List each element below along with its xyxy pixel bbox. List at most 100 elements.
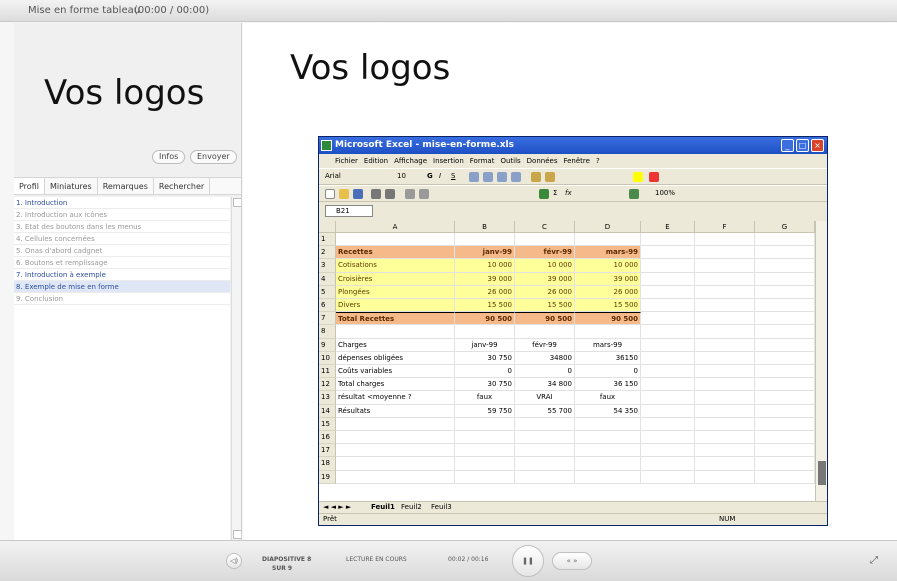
pause-button[interactable]: ❚❚: [512, 545, 544, 577]
sheet-cell: [755, 246, 815, 260]
sheet-cell: 15 500: [575, 299, 641, 313]
excel-window-image: Microsoft Excel - mise-en-forme.xls _ □ …: [318, 136, 828, 526]
outline-item[interactable]: 8. Exemple de mise en forme: [14, 281, 230, 293]
sheet-tab-3: Feuil3: [431, 503, 452, 511]
row-header: 11: [319, 365, 336, 379]
sheet-cell: [336, 431, 455, 445]
slide-counter: DIAPOSITIVE 8: [262, 556, 312, 563]
sheet-tab-1: Feuil1: [371, 503, 395, 511]
outline-list: 1. Introduction 2. Introduction aux icône…: [14, 197, 230, 540]
standard-toolbar: Σ fx 100%: [319, 185, 827, 202]
sheet-cell: [575, 431, 641, 445]
currency-icon: [531, 172, 541, 182]
outline-item[interactable]: 2. Introduction aux icônes: [14, 209, 230, 221]
sheet-tab-2: Feuil2: [401, 503, 422, 511]
send-button[interactable]: Envoyer: [190, 150, 237, 164]
sheet-cell: [515, 444, 575, 458]
sheet-cell: [336, 457, 455, 471]
outline-item[interactable]: 7. Introduction à exemple: [14, 269, 230, 281]
tab-profil[interactable]: Profil: [14, 178, 45, 194]
column-header: B: [455, 221, 515, 233]
sheet-cell: [755, 299, 815, 313]
excel-menu-item: Fenêtre: [563, 157, 590, 165]
outline-item[interactable]: 4. Cellules concernées: [14, 233, 230, 245]
open-icon: [339, 189, 349, 199]
sheet-cell: 15 500: [455, 299, 515, 313]
row-header: 12: [319, 378, 336, 392]
function-icon: fx: [565, 189, 572, 197]
slide-counter-sub: SUR 9: [272, 565, 293, 572]
playback-time: 00:02 / 00:16: [448, 556, 489, 563]
sheet-cell: [755, 431, 815, 445]
fullscreen-icon[interactable]: ⤢: [870, 555, 878, 566]
sheet-cell: [695, 378, 755, 392]
info-button[interactable]: Infos: [152, 150, 186, 164]
align-right-icon: [497, 172, 507, 182]
close-icon: ×: [811, 139, 824, 152]
sheet-cell: 26 000: [575, 285, 641, 299]
sheet-cell: 90 500: [515, 312, 575, 326]
sheet-cell: 36150: [575, 351, 641, 365]
sheet-cell: [755, 378, 815, 392]
maximize-icon: □: [796, 139, 809, 152]
scroll-down-icon[interactable]: [233, 530, 241, 539]
sheet-cell: [695, 391, 755, 405]
sheet-cell: [641, 312, 695, 326]
fill-color-icon: [633, 172, 643, 182]
outline-item[interactable]: 3. Etat des boutons dans les menus: [14, 221, 230, 233]
prev-next-buttons[interactable]: « »: [552, 552, 592, 570]
outline-scrollbar[interactable]: [231, 197, 241, 540]
percent-icon: [545, 172, 555, 182]
row-header: 15: [319, 417, 336, 431]
sheet-cell: [695, 404, 755, 418]
sheet-cell: [755, 285, 815, 299]
font-name: Arial: [325, 172, 341, 180]
row-header: 8: [319, 325, 336, 339]
sheet-cell: [641, 325, 695, 339]
italic-icon: I: [439, 172, 442, 180]
sheet-cell: Divers: [336, 299, 455, 313]
sheet-cell: 39 000: [515, 272, 575, 286]
status-ready: Prêt: [323, 515, 337, 523]
sheet-cell: [641, 378, 695, 392]
sheet-cell: [695, 233, 755, 247]
left-tabs: Profil Miniatures Remarques Rechercher: [14, 177, 241, 195]
column-header: E: [641, 221, 695, 233]
outline-item[interactable]: 9. Conclusion: [14, 293, 230, 305]
volume-icon[interactable]: ◁): [226, 553, 242, 569]
font-color-icon: [649, 172, 659, 182]
window-title: Mise en forme tableau: [28, 5, 141, 16]
sheet-cell: mars-99: [575, 338, 641, 352]
minimize-icon: _: [781, 139, 794, 152]
sheet-cell: 55 700: [515, 404, 575, 418]
outline-item[interactable]: 5. Onas d'abord cadgnet: [14, 245, 230, 257]
sheet-cell: [575, 444, 641, 458]
autosum-icon: Σ: [553, 189, 558, 197]
sheet-cell: 10 000: [515, 259, 575, 273]
sheet-cell: [515, 417, 575, 431]
scroll-up-icon[interactable]: [233, 198, 241, 207]
sheet-cell: [575, 325, 641, 339]
sheet-cell: 59 750: [455, 404, 515, 418]
sheet-cell: 26 000: [455, 285, 515, 299]
sheet-cell: Résultats: [336, 404, 455, 418]
sheet-cell: [641, 285, 695, 299]
tab-rechercher[interactable]: Rechercher: [154, 178, 211, 194]
column-header: C: [515, 221, 575, 233]
slide-area: Vos logos Microsoft Excel - mise-en-form…: [243, 23, 897, 540]
sheet-cell: [455, 325, 515, 339]
outline-item[interactable]: 1. Introduction: [14, 197, 230, 209]
sheet-cell: [695, 457, 755, 471]
tab-miniatures[interactable]: Miniatures: [45, 178, 98, 194]
sheet-cell: [695, 259, 755, 273]
outline-item[interactable]: 6. Boutons et remplissage: [14, 257, 230, 269]
sheet-cell: Total Recettes: [336, 312, 455, 326]
sheet-cell: Plongées: [336, 285, 455, 299]
underline-icon: S: [451, 172, 456, 180]
tab-remarques[interactable]: Remarques: [98, 178, 154, 194]
sheet-cell: 26 000: [515, 285, 575, 299]
sheet-cell: [641, 351, 695, 365]
sheet-cell: [455, 457, 515, 471]
name-box: B21: [325, 205, 373, 217]
sheet-cell: 0: [515, 365, 575, 379]
